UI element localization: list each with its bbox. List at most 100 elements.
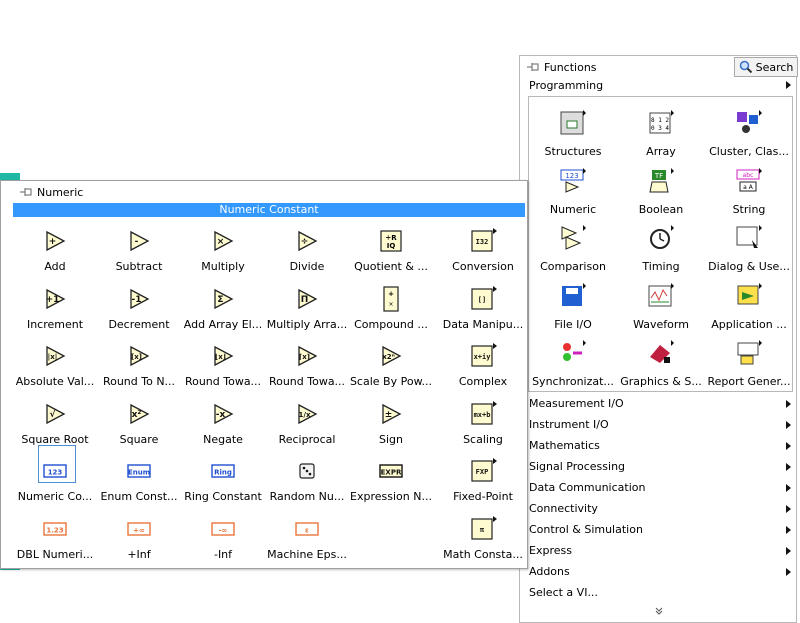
category-label: Signal Processing: [529, 460, 626, 473]
category-data-communication[interactable]: Data Communication: [521, 477, 795, 498]
functions-item-numeric[interactable]: 123 Numeric: [529, 160, 617, 218]
numeric-title-bar[interactable]: Numeric: [19, 184, 83, 200]
ring-constant-icon: Ring: [209, 457, 237, 485]
numeric-item-quotient[interactable]: ÷R IQ Quotient & ...: [349, 221, 433, 279]
category-programming[interactable]: Programming: [521, 77, 795, 93]
pin-icon[interactable]: [526, 61, 540, 73]
svg-text:⌈x⌉: ⌈x⌉: [299, 353, 310, 361]
numeric-item-round-towa[interactable]: ⌈x⌉ Round Towa...: [265, 336, 349, 394]
select-vi-item[interactable]: Select a VI...: [521, 582, 795, 603]
category-label: Instrument I/O: [529, 418, 609, 431]
quotient-icon: ÷R IQ: [377, 227, 405, 255]
functions-item-boolean[interactable]: TF Boolean: [617, 160, 705, 218]
category-instrument-i-o[interactable]: Instrument I/O: [521, 414, 795, 435]
numeric-item-round-towa[interactable]: ⌊x⌋ Round Towa...: [181, 336, 265, 394]
svg-text:-∞: -∞: [219, 527, 228, 535]
numeric-item-divide[interactable]: ÷ Divide: [265, 221, 349, 279]
multiply-arra-icon: Π: [293, 285, 321, 313]
numeric-item-label: Decrement: [108, 317, 170, 331]
svg-text:⌊x⌋: ⌊x⌋: [215, 353, 226, 361]
numeric-item-expression-n[interactable]: EXPR Expression N...: [349, 451, 433, 509]
category-signal-processing[interactable]: Signal Processing: [521, 456, 795, 477]
category-express[interactable]: Express: [521, 540, 795, 561]
numeric-item-scaling[interactable]: mx+b Scaling: [441, 394, 525, 452]
numeric-item-ring-constant[interactable]: Ring Ring Constant: [181, 451, 265, 509]
category-control-simulation[interactable]: Control & Simulation: [521, 519, 795, 540]
numeric-item-numeric-co[interactable]: 123 Numeric Co...: [13, 451, 97, 509]
random-nu-icon: [293, 457, 321, 485]
numeric-item-multiply[interactable]: × Multiply: [181, 221, 265, 279]
category-label: Addons: [529, 565, 570, 578]
submenu-arrow-icon: [786, 81, 791, 89]
svg-text:123: 123: [565, 172, 578, 180]
numeric-item-dbl-numeri[interactable]: 1.23 DBL Numeri...: [13, 509, 97, 567]
numeric-item-increment[interactable]: +1 Increment: [13, 279, 97, 337]
numeric-item-square[interactable]: x² Square: [97, 394, 181, 452]
functions-palette[interactable]: Functions Search Programming Structures 8…: [519, 55, 798, 623]
numeric-item-absolute-val[interactable]: |x| Absolute Val...: [13, 336, 97, 394]
svg-text:[]: []: [478, 296, 486, 304]
numeric-item-complex[interactable]: x+iy Complex: [441, 336, 525, 394]
svg-text:mx+b: mx+b: [474, 411, 491, 419]
category-measurement-i-o[interactable]: Measurement I/O: [521, 393, 795, 414]
numeric-item-subtract[interactable]: - Subtract: [97, 221, 181, 279]
functions-title-bar[interactable]: Functions: [526, 59, 597, 75]
numeric-item-math-consta[interactable]: π Math Consta...: [441, 509, 525, 567]
functions-item-label: File I/O: [554, 317, 592, 331]
functions-item-comparison[interactable]: Comparison: [529, 217, 617, 275]
numeric-item-conversion[interactable]: I32 Conversion: [441, 221, 525, 279]
numeric-item-square-root[interactable]: √ Square Root: [13, 394, 97, 452]
functions-item-label: Boolean: [638, 202, 684, 216]
svg-text:+∞: +∞: [133, 527, 145, 535]
numeric-item-label: Compound ...: [354, 317, 428, 331]
svg-text:-1: -1: [132, 295, 142, 305]
numeric-item-compound[interactable]: + × Compound ...: [349, 279, 433, 337]
pin-icon[interactable]: [19, 186, 33, 198]
expand-chevron-icon[interactable]: [654, 606, 664, 616]
numeric-item-data-manipu[interactable]: [] Data Manipu...: [441, 279, 525, 337]
sign-icon: ±: [377, 400, 405, 428]
functions-item-array[interactable]: 8 1 20 3 4 Array: [617, 102, 705, 160]
functions-item-graphics-s[interactable]: Graphics & S...: [617, 332, 705, 390]
functions-item-cluster-clas[interactable]: Cluster, Clas...: [705, 102, 793, 160]
numeric-item-machine-eps[interactable]: ε Machine Eps...: [265, 509, 349, 567]
numeric-item-random-nu[interactable]: Random Nu...: [265, 451, 349, 509]
functions-item-waveform[interactable]: Waveform: [617, 275, 705, 333]
search-button[interactable]: Search: [734, 57, 798, 77]
svg-text:1.23: 1.23: [46, 527, 63, 535]
numeric-item-scale-by-pow[interactable]: x2ⁿ Scale By Pow...: [349, 336, 433, 394]
numeric-item-add[interactable]: + Add: [13, 221, 97, 279]
numeric-item-negate[interactable]: -x Negate: [181, 394, 265, 452]
numeric-item-reciprocal[interactable]: 1/x Reciprocal: [265, 394, 349, 452]
functions-item-synchronizat[interactable]: Synchronizat...: [529, 332, 617, 390]
numeric-item-inf[interactable]: -∞ -Inf: [181, 509, 265, 567]
numeric-palette[interactable]: Numeric Numeric Constant + Add - Subtrac…: [0, 180, 528, 569]
synchronization-icon: [558, 339, 586, 367]
functions-item-application[interactable]: Application ...: [705, 275, 793, 333]
numeric-item-decrement[interactable]: -1 Decrement: [97, 279, 181, 337]
numeric-item-multiply-arra[interactable]: Π Multiply Arra...: [265, 279, 349, 337]
functions-item-string[interactable]: abc a A String: [705, 160, 793, 218]
functions-item-timing[interactable]: Timing: [617, 217, 705, 275]
numeric-item-round-to-n[interactable]: [x] Round To N...: [97, 336, 181, 394]
timing-icon: [646, 224, 674, 252]
numeric-item-inf[interactable]: +∞ +Inf: [97, 509, 181, 567]
numeric-item-sign[interactable]: ± Sign: [349, 394, 433, 452]
numeric-item-label: Fixed-Point: [453, 490, 513, 504]
round-towa-icon: ⌈x⌉: [293, 342, 321, 370]
round-towa-icon: ⌊x⌋: [209, 342, 237, 370]
category-addons[interactable]: Addons: [521, 561, 795, 582]
numeric-item-enum-const[interactable]: Enum Enum Const...: [97, 451, 181, 509]
functions-item-report-gener[interactable]: Report Gener...: [705, 332, 793, 390]
functions-item-file-i-o[interactable]: File I/O: [529, 275, 617, 333]
numeric-item-fixed-point[interactable]: FXP Fixed-Point: [441, 451, 525, 509]
programming-grid: Structures 8 1 20 3 4 Array Cluster, Clas..…: [528, 96, 793, 392]
functions-item-structures[interactable]: Structures: [529, 102, 617, 160]
numeric-item-label: Quotient & ...: [354, 260, 428, 273]
category-connectivity[interactable]: Connectivity: [521, 498, 795, 519]
svg-text:+1: +1: [46, 295, 60, 305]
numeric-item-add-array-el[interactable]: Σ Add Array El...: [181, 279, 265, 337]
category-mathematics[interactable]: Mathematics: [521, 435, 795, 456]
functions-item-dialog-use[interactable]: Dialog & Use...: [705, 217, 793, 275]
numeric-item-label: Data Manipu...: [442, 317, 524, 331]
